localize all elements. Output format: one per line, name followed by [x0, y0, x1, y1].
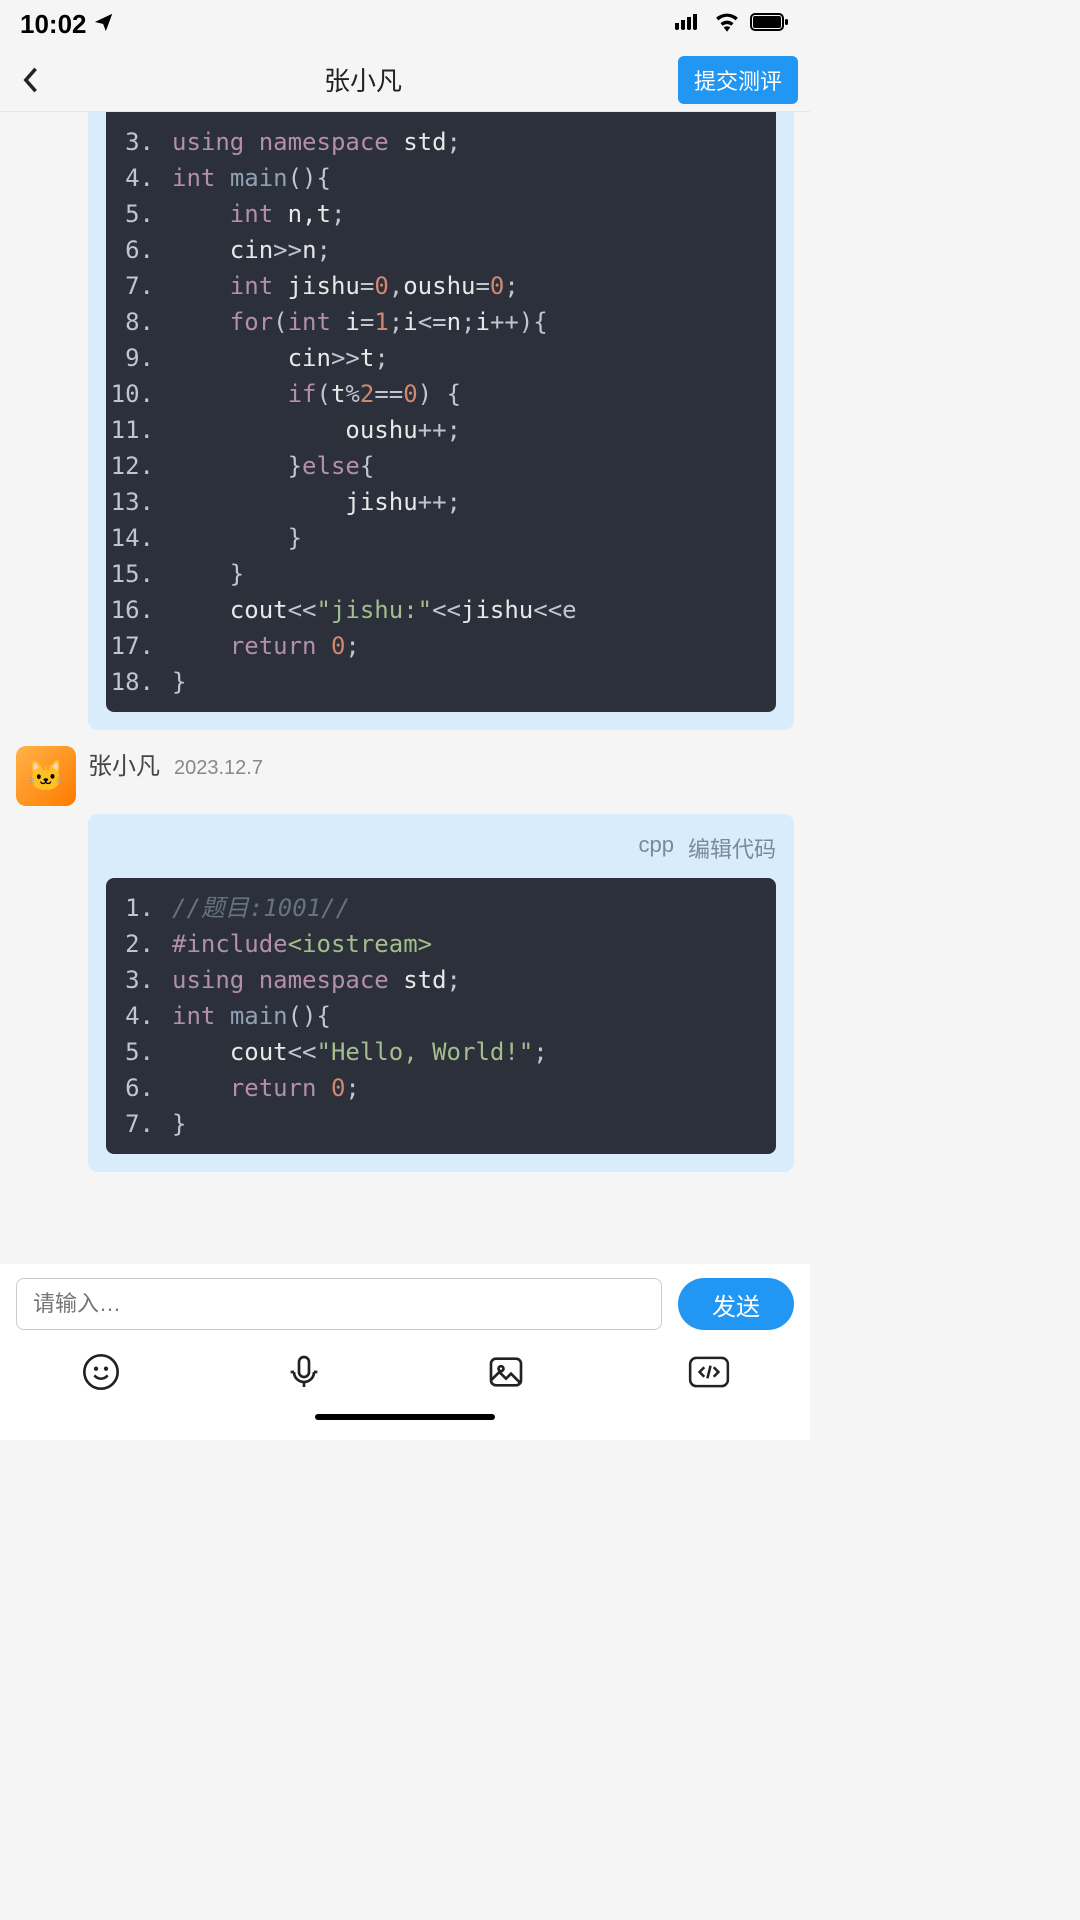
- sender-name: 张小凡: [88, 746, 160, 781]
- code-block[interactable]: 1.//题目:1001//2.#include<iostream>3.using…: [106, 878, 776, 1154]
- submit-review-button[interactable]: 提交测评: [678, 56, 798, 104]
- message-input[interactable]: [16, 1278, 662, 1330]
- image-icon[interactable]: [482, 1348, 530, 1396]
- back-button[interactable]: [12, 62, 48, 98]
- code-lang-label: cpp: [639, 832, 674, 864]
- voice-icon[interactable]: [280, 1348, 328, 1396]
- edit-code-button[interactable]: 编辑代码: [688, 832, 776, 864]
- send-button[interactable]: 发送: [678, 1278, 794, 1330]
- attachment-toolbar: [0, 1338, 810, 1414]
- message-date: 2023.12.7: [174, 757, 263, 780]
- emoji-icon[interactable]: [77, 1348, 125, 1396]
- code-block[interactable]: 3.using namespace std;4.int main(){5. in…: [106, 112, 776, 712]
- avatar[interactable]: 🐱: [16, 746, 76, 806]
- location-icon: [93, 9, 115, 40]
- input-bar: 发送: [0, 1264, 810, 1338]
- home-indicator: [0, 1414, 810, 1440]
- code-icon[interactable]: [685, 1348, 733, 1396]
- code-message: 3.using namespace std;4.int main(){5. in…: [88, 112, 794, 730]
- page-title: 张小凡: [324, 61, 402, 98]
- wifi-icon: [714, 12, 740, 37]
- chat-scroll-area[interactable]: 3.using namespace std;4.int main(){5. in…: [0, 112, 810, 1264]
- status-time: 10:02: [20, 9, 87, 40]
- signal-icon: [674, 13, 704, 36]
- nav-header: 张小凡 提交测评: [0, 48, 810, 112]
- status-bar: 10:02: [0, 0, 810, 48]
- code-message: cpp 编辑代码 1.//题目:1001//2.#include<iostream>…: [88, 814, 794, 1172]
- battery-icon: [750, 12, 790, 37]
